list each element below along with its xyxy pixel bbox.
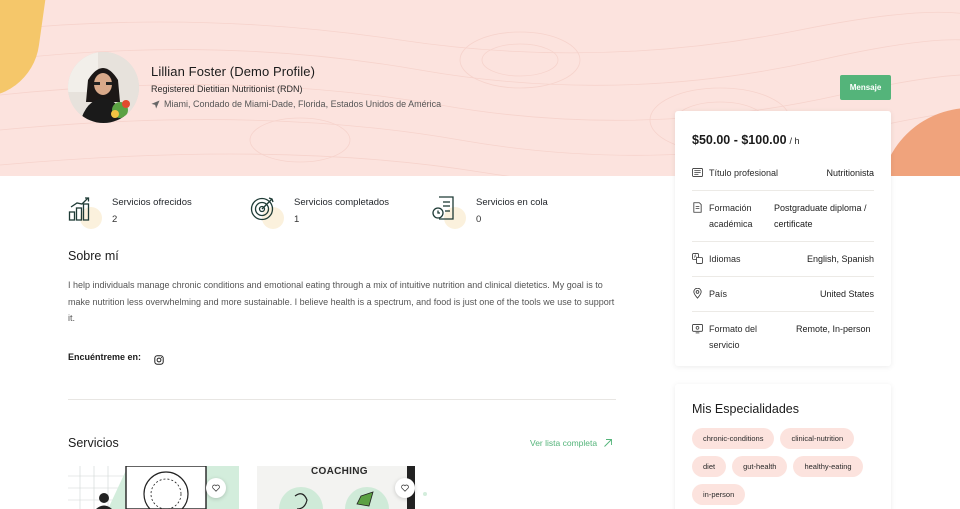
price: $50.00 - $100.00 / h	[692, 133, 874, 147]
location-pin-icon	[693, 288, 702, 299]
detail-row-languages: A Idiomas English, Spanish	[692, 242, 874, 277]
stat-value: 0	[476, 214, 482, 225]
detail-row-format: Formato del servicio Remote, In-person	[692, 312, 874, 362]
chart-steps-icon	[68, 197, 90, 221]
specialty-tag[interactable]: clinical-nutrition	[780, 428, 855, 449]
queue-document-icon	[432, 196, 454, 220]
service-card-text: COACHING	[311, 466, 368, 477]
profile-title: Registered Dietitian Nutritionist (RDN)	[151, 84, 303, 94]
stat-label: Servicios completados	[294, 197, 390, 208]
detail-label: Formato del servicio	[709, 324, 758, 350]
heart-icon	[401, 484, 409, 492]
detail-label: Formación académica	[709, 203, 753, 229]
service-card[interactable]	[68, 466, 239, 509]
see-all-label: Ver lista completa	[530, 438, 598, 448]
navigation-arrow-icon	[151, 99, 160, 109]
document-icon	[693, 202, 702, 213]
target-icon	[250, 197, 274, 221]
see-all-link[interactable]: Ver lista completa	[530, 438, 613, 448]
social-label: Encuéntreme en:	[68, 352, 142, 362]
specialty-tags: chronic-conditions clinical-nutrition di…	[692, 428, 874, 505]
detail-label: Idiomas	[709, 254, 741, 264]
specialties-card: Mis Especialidades chronic-conditions cl…	[675, 384, 891, 509]
id-card-icon	[692, 168, 703, 177]
pricing-card: $50.00 - $100.00 / h Título profesional …	[675, 111, 891, 366]
price-range: $50.00 - $100.00	[692, 133, 787, 147]
detail-row-country: País United States	[692, 277, 874, 312]
specialty-tag[interactable]: diet	[692, 456, 727, 477]
detail-value: English, Spanish	[806, 254, 874, 264]
detail-value: United States	[819, 289, 874, 299]
stat-services-queued: Servicios en cola 0	[432, 195, 614, 231]
favorite-button[interactable]	[206, 478, 226, 498]
detail-row-education: Formación académica Postgraduate diploma…	[692, 191, 874, 242]
service-card[interactable]: COACHING	[257, 466, 427, 509]
specialty-tag[interactable]: gut-health	[732, 456, 788, 477]
specialty-tag[interactable]: in-person	[692, 484, 746, 505]
favorite-button[interactable]	[395, 478, 415, 498]
screen-icon	[692, 324, 703, 334]
arrow-up-right-icon	[604, 439, 613, 447]
svg-text:A: A	[694, 254, 697, 259]
specialty-tag[interactable]: chronic-conditions	[692, 428, 775, 449]
detail-row-title: Título profesional Nutritionista	[692, 156, 874, 191]
location-text: Miami, Condado de Miami-Dade, Florida, E…	[164, 99, 442, 109]
stats-row: Servicios ofrecidos 2 Servicios completa…	[68, 195, 614, 231]
profile-location: Miami, Condado de Miami-Dade, Florida, E…	[151, 99, 441, 109]
section-divider	[68, 399, 616, 400]
heart-icon	[212, 484, 220, 492]
detail-label: Título profesional	[709, 168, 779, 178]
stat-label: Servicios en cola	[476, 197, 548, 208]
translate-icon: A	[692, 253, 703, 264]
price-unit: / h	[789, 136, 800, 146]
services-heading: Servicios	[68, 436, 119, 450]
instagram-icon[interactable]	[154, 355, 164, 365]
stat-value: 1	[294, 214, 300, 225]
detail-value: Postgraduate diploma / certificate	[774, 203, 867, 229]
stat-label: Servicios ofrecidos	[112, 197, 192, 208]
detail-value: Remote, In-person	[796, 324, 871, 334]
profile-name: Lillian Foster (Demo Profile)	[151, 64, 316, 79]
stat-value: 2	[112, 214, 118, 225]
detail-value: Nutritionista	[826, 168, 874, 178]
detail-label: País	[709, 289, 728, 299]
stat-services-offered: Servicios ofrecidos 2	[68, 195, 250, 231]
stat-services-completed: Servicios completados 1	[250, 195, 432, 231]
message-button[interactable]: Mensaje	[840, 75, 891, 100]
about-heading: Sobre mí	[68, 249, 119, 263]
specialty-tag[interactable]: healthy-eating	[793, 456, 863, 477]
specialties-heading: Mis Especialidades	[692, 402, 799, 416]
avatar	[68, 52, 139, 123]
about-text: I help individuals manage chronic condit…	[68, 280, 615, 323]
